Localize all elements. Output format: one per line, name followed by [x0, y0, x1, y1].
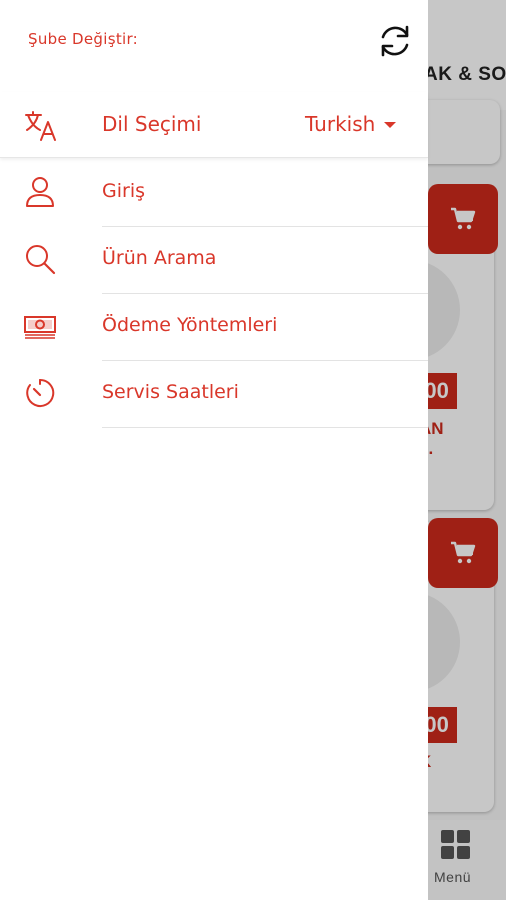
branch-change-label: Şube Değiştir: — [28, 30, 139, 48]
menu-item-payment-methods[interactable]: Ödeme Yöntemleri — [0, 294, 428, 361]
menu-item-login[interactable]: Giriş — [0, 160, 428, 227]
search-icon — [26, 245, 56, 275]
language-label: Dil Seçimi — [102, 112, 202, 136]
dropdown-caret-icon — [384, 122, 397, 128]
money-icon — [24, 316, 56, 339]
menu-item-label: Ödeme Yöntemleri — [102, 314, 278, 336]
timer-icon — [26, 378, 55, 407]
menu-item-label: Giriş — [102, 180, 145, 202]
translate-icon — [25, 111, 56, 141]
user-icon — [26, 177, 54, 207]
menu-item-service-hours[interactable]: Servis Saatleri — [0, 361, 428, 428]
language-value: Turkish — [305, 112, 376, 136]
menu-item-label: Ürün Arama — [102, 247, 217, 269]
language-dropdown[interactable]: Turkish — [305, 112, 397, 136]
divider — [102, 427, 428, 428]
menu-item-product-search[interactable]: Ürün Arama — [0, 227, 428, 294]
refresh-button[interactable] — [374, 20, 416, 62]
menu-item-label: Servis Saatleri — [102, 381, 239, 403]
refresh-icon — [381, 25, 409, 57]
navigation-drawer: Şube Değiştir: Dil Seçimi Turkish Giriş — [0, 0, 428, 900]
language-selection-row: Dil Seçimi Turkish — [0, 92, 428, 158]
